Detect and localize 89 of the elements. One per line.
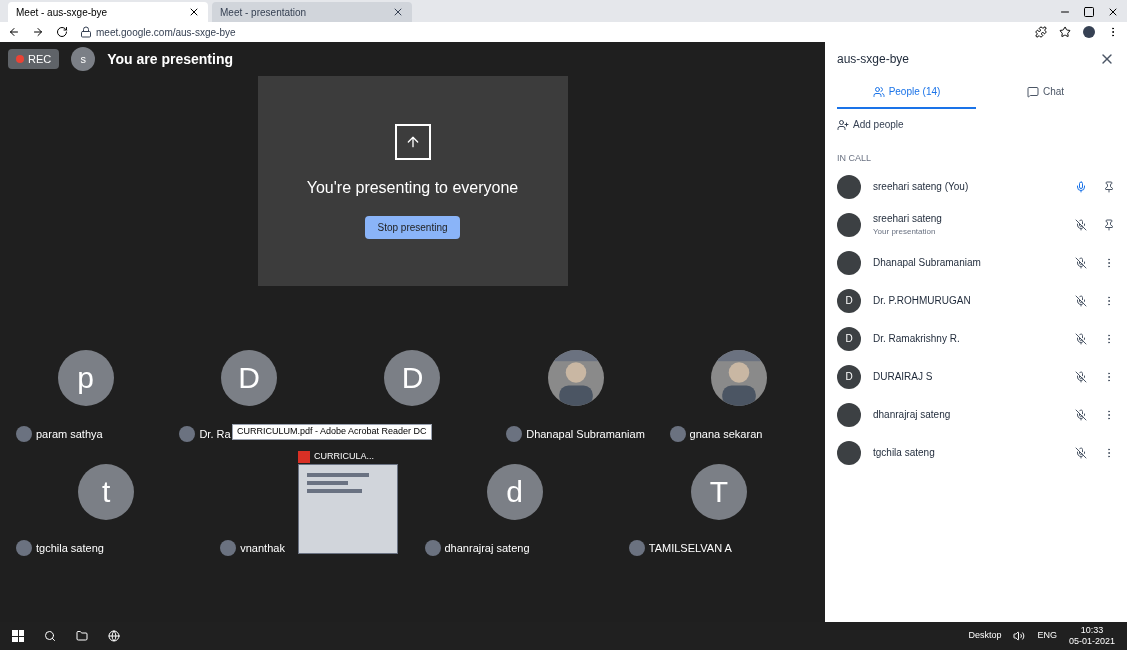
folder-icon[interactable] <box>76 630 88 642</box>
add-person-icon <box>837 118 849 131</box>
small-avatar-icon <box>16 539 32 556</box>
mic-off-icon <box>1075 408 1087 421</box>
mic-off-icon <box>1075 256 1087 269</box>
star-icon[interactable] <box>1059 26 1071 38</box>
forward-icon[interactable] <box>32 26 44 38</box>
participant-name: vnanthak <box>240 540 285 556</box>
small-avatar-icon <box>628 539 645 556</box>
mic-icon <box>1075 180 1087 193</box>
small-avatar-icon <box>424 539 441 556</box>
avatar <box>837 402 861 427</box>
puzzle-icon[interactable] <box>1035 26 1047 38</box>
language-indicator[interactable]: ENG <box>1037 629 1057 643</box>
mic-off-icon <box>1075 332 1087 345</box>
avatar <box>837 174 861 199</box>
browser-tab[interactable]: Meet - presentation <box>212 2 412 22</box>
browser-tab[interactable]: Meet - aus-sxge-bye <box>8 2 208 22</box>
people-icon <box>872 85 885 98</box>
small-avatar-icon <box>16 425 32 442</box>
avatar <box>837 250 861 275</box>
participant-name: param sathya <box>36 426 103 442</box>
chat-icon <box>1026 85 1039 98</box>
back-icon[interactable] <box>8 26 20 38</box>
avatar: D <box>221 350 278 406</box>
search-icon[interactable] <box>44 630 56 642</box>
participant-subtitle: Your presentation <box>873 226 937 238</box>
avatar: d <box>486 464 543 520</box>
small-avatar-icon <box>220 539 237 556</box>
small-avatar-icon <box>506 425 523 442</box>
participant-name: gnana sekaran <box>689 426 763 442</box>
avatar: t <box>78 464 135 520</box>
stop-presenting-button[interactable]: Stop presenting <box>365 215 460 239</box>
close-icon[interactable] <box>188 6 200 18</box>
small-avatar-icon <box>179 425 196 442</box>
small-avatar-icon <box>669 425 686 442</box>
avatar: D <box>837 326 861 351</box>
pin-icon[interactable] <box>1103 180 1115 193</box>
globe-icon[interactable] <box>108 630 120 642</box>
mic-off-icon <box>1075 218 1087 231</box>
participant-name: TAMILSELVAN A <box>648 540 732 556</box>
reload-icon[interactable] <box>56 26 68 38</box>
mic-off-icon <box>1075 294 1087 307</box>
present-icon <box>394 123 431 160</box>
meeting-code: aus-sxge-bye <box>837 51 910 68</box>
avatar: D <box>837 364 861 389</box>
close-icon[interactable] <box>392 6 404 18</box>
mic-off-icon <box>1075 446 1087 459</box>
clock-time: 10:33 <box>1080 624 1104 636</box>
presenting-message: You're presenting to everyone <box>306 177 519 198</box>
window-thumbnail[interactable] <box>298 463 398 554</box>
speaker-icon[interactable] <box>1013 630 1026 642</box>
thumbnail-title: CURRICULA... <box>314 450 374 463</box>
avatar <box>837 440 861 465</box>
panel-tab[interactable]: People (14) <box>837 84 976 109</box>
mic-off-icon <box>1075 370 1087 383</box>
recording-badge: REC <box>8 48 60 70</box>
participant-name: dhanrajraj sateng <box>444 540 530 556</box>
avatar: D <box>837 288 861 313</box>
close-icon[interactable] <box>1107 6 1119 18</box>
participant-name: tgchila sateng <box>36 540 104 556</box>
avatar: s <box>71 47 96 71</box>
participant-name: Dr. Ra <box>199 426 231 442</box>
participant-name: dhanrajraj sateng <box>873 408 952 422</box>
maximize-icon[interactable] <box>1083 6 1095 18</box>
desktop-label[interactable]: Desktop <box>968 629 1002 643</box>
participant-name: Dhanapal Subramaniam <box>873 256 982 270</box>
participant-name: tgchila sateng <box>873 446 936 460</box>
avatar <box>837 212 861 237</box>
section-heading: IN CALL <box>837 152 872 165</box>
address-bar[interactable]: meet.google.com/aus-sxge-bye <box>80 24 880 40</box>
avatar: T <box>690 464 747 520</box>
add-people-button[interactable]: Add people <box>837 117 1115 132</box>
participant-name: sreehari sateng (You) <box>873 180 970 194</box>
pin-icon[interactable] <box>1103 218 1115 231</box>
panel-tab[interactable]: Chat <box>976 84 1115 109</box>
participant-name: DURAIRAJ S <box>873 370 934 384</box>
participant-name: Dr. P.ROHMURUGAN <box>873 294 972 308</box>
start-icon[interactable] <box>12 630 24 642</box>
pdf-icon <box>298 450 310 463</box>
avatar: D <box>384 350 441 406</box>
participant-name: Dhanapal Subramaniam <box>526 426 645 442</box>
profile-icon[interactable] <box>1083 26 1095 38</box>
participant-name: sreehari sateng <box>873 212 943 226</box>
tooltip: CURRICULUM.pdf - Adobe Acrobat Reader DC <box>232 424 432 440</box>
avatar: p <box>57 350 114 406</box>
presenting-title: You are presenting <box>107 50 233 69</box>
clock-date: 05-01-2021 <box>1068 636 1115 648</box>
participant-name: Dr. Ramakrishny R. <box>873 332 961 346</box>
